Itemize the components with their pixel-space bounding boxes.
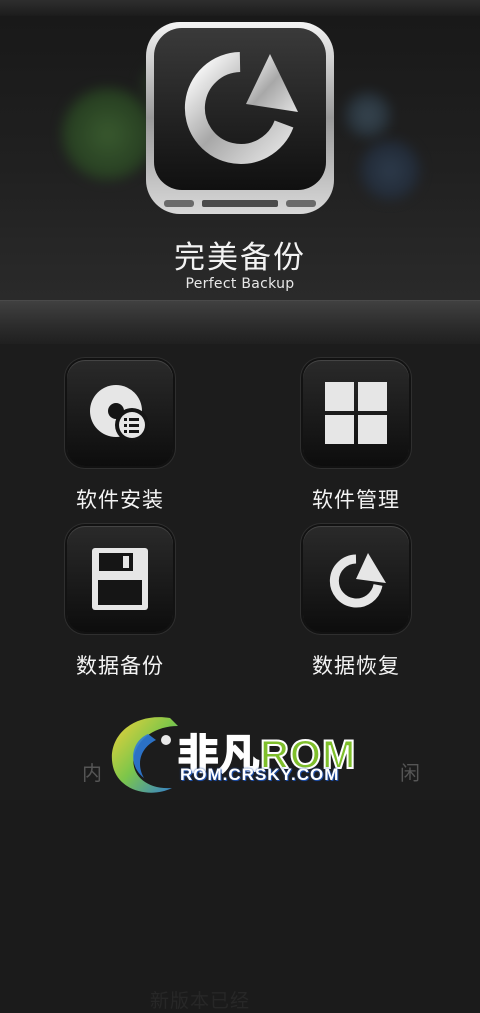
software-install-button[interactable]: 软件安装	[30, 360, 210, 512]
bottom-notice-right: 闲	[400, 761, 422, 785]
update-notice-partial: 新版本已经	[150, 990, 251, 1012]
software-install-label: 软件安装	[76, 488, 164, 512]
disc-install-icon	[90, 385, 149, 442]
software-manage-button[interactable]: 软件管理	[266, 360, 446, 512]
bokeh-light-blue-small	[345, 92, 391, 138]
software-manage-tile[interactable]	[303, 360, 409, 466]
refresh-arrow-icon	[146, 22, 334, 214]
bokeh-light-green	[62, 88, 154, 180]
floppy-save-icon	[92, 548, 148, 610]
data-restore-tile[interactable]	[303, 526, 409, 632]
data-restore-label: 数据恢复	[312, 654, 400, 678]
data-backup-label: 数据备份	[76, 654, 164, 678]
hero-banner: 完美备份 Perfect Backup	[0, 0, 480, 300]
bokeh-light-blue	[360, 140, 420, 200]
grid-manage-icon	[325, 382, 387, 444]
watermark-url: ROM.CRSKY.COM	[180, 765, 340, 784]
data-backup-button[interactable]: 数据备份	[30, 526, 210, 678]
data-restore-button[interactable]: 数据恢复	[266, 526, 446, 678]
app-title: 完美备份	[174, 240, 306, 276]
data-backup-tile[interactable]	[67, 526, 173, 632]
section-divider	[0, 300, 480, 345]
status-bar-strip	[0, 0, 480, 16]
app-subtitle: Perfect Backup	[185, 276, 295, 292]
software-install-tile[interactable]	[67, 360, 173, 466]
software-manage-label: 软件管理	[312, 488, 400, 512]
restore-arrow-icon	[329, 553, 386, 608]
